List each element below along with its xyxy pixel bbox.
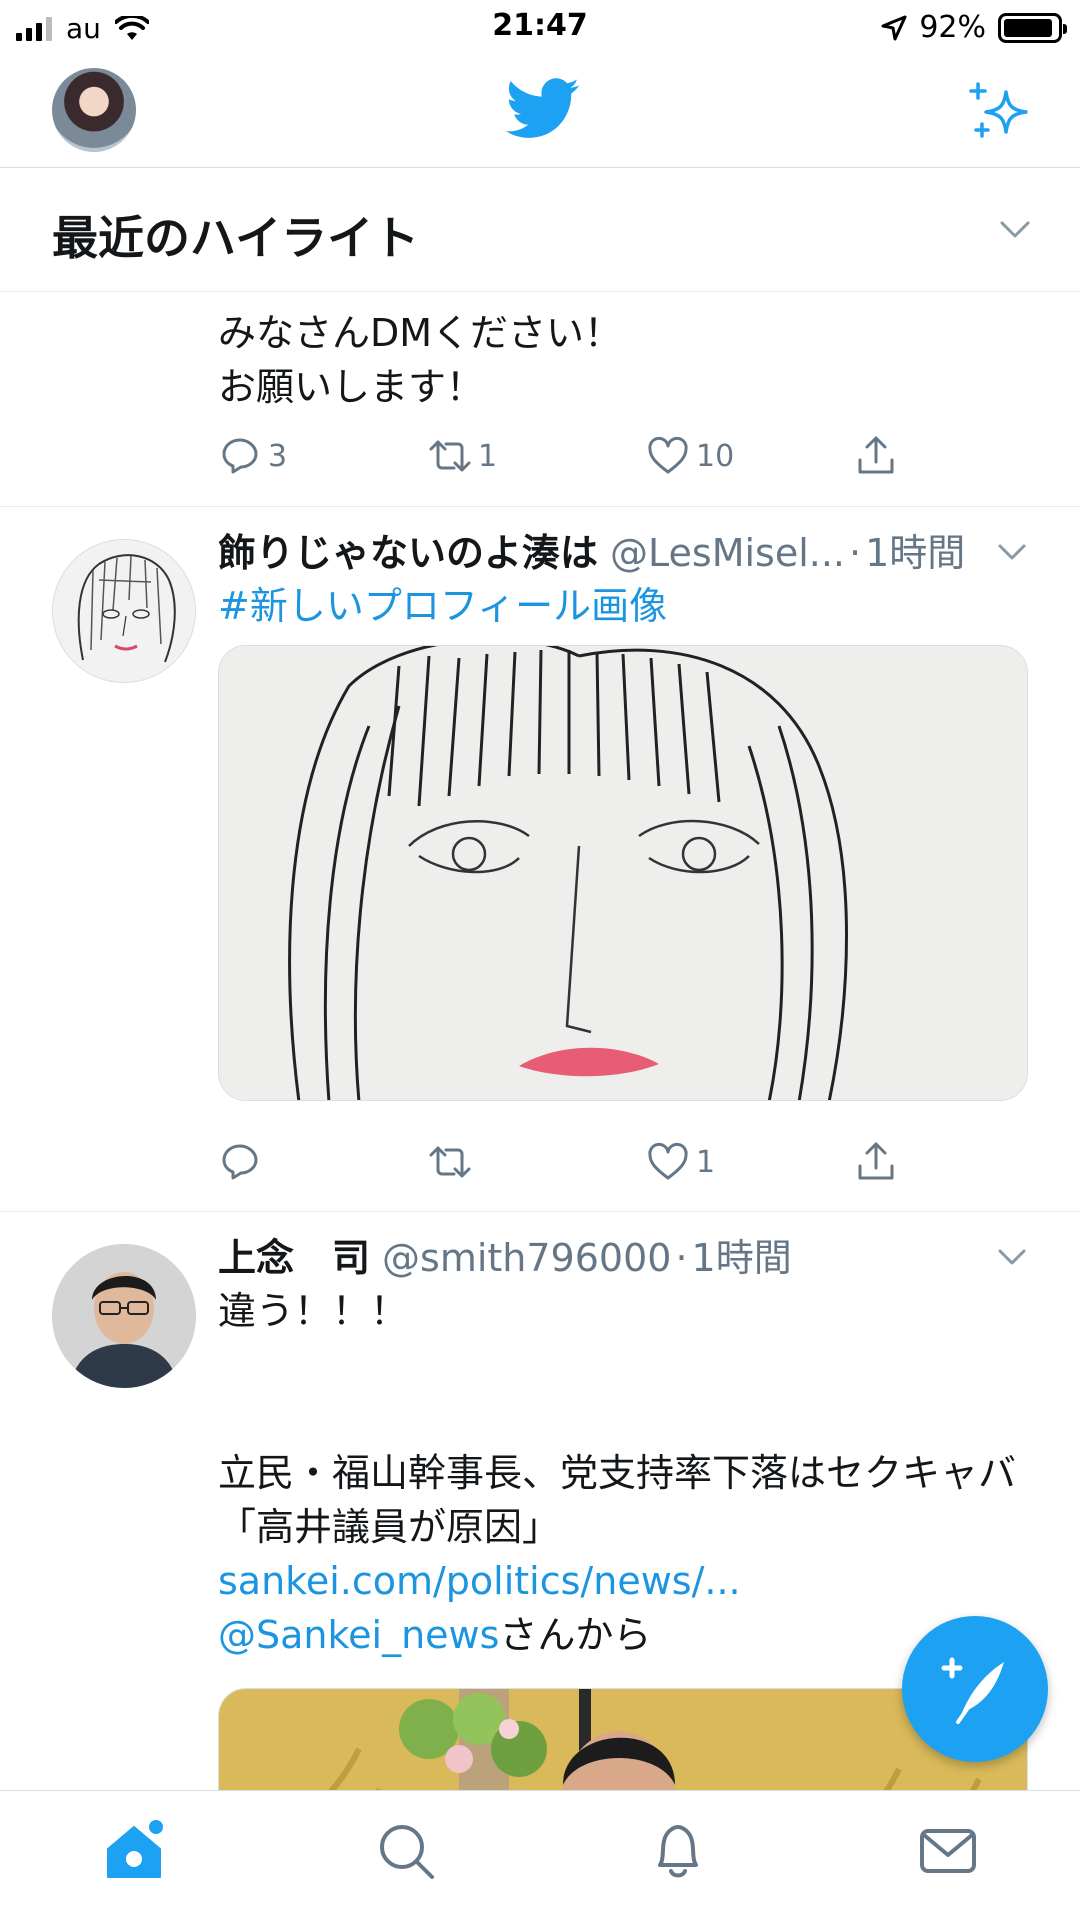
user-avatar[interactable] <box>52 1244 196 1388</box>
tab-search[interactable] <box>374 1819 438 1883</box>
tab-home[interactable] <box>102 1819 166 1883</box>
retweet-button[interactable] <box>428 1140 478 1184</box>
top-nav <box>0 56 1080 168</box>
tab-notifications[interactable] <box>646 1819 710 1883</box>
like-count: 1 <box>696 1144 716 1180</box>
profile-avatar[interactable] <box>52 68 136 152</box>
compose-feather-icon <box>941 1657 1004 1724</box>
tweet-text-line: みなさんDMください！ <box>218 311 623 355</box>
twitter-bird-icon[interactable] <box>505 78 581 140</box>
tweet-author-name[interactable]: 飾りじゃないのよ湊は <box>218 527 598 579</box>
tweet-text-line: お願いします！ <box>218 365 485 409</box>
hashtag-link[interactable]: #新しいプロフィール画像 <box>218 579 1028 633</box>
reply-icon <box>222 438 258 474</box>
heart-icon <box>648 1142 688 1180</box>
tweet[interactable]: みなさんDMください！ お願いします！ 3 1 10 <box>0 292 1080 507</box>
battery-icon <box>998 12 1067 43</box>
like-count: 10 <box>696 438 735 474</box>
tweet-author-name[interactable]: 上念 司 <box>218 1232 370 1284</box>
retweet-icon <box>429 1146 471 1178</box>
tweet-timestamp: 1時間 <box>865 531 966 575</box>
reply-button[interactable]: 3 <box>218 434 287 478</box>
location-arrow-icon <box>881 15 907 40</box>
bell-icon <box>658 1825 698 1878</box>
sketch-portrait-image <box>77 554 176 663</box>
reply-icon <box>222 1144 258 1180</box>
sparkle-icon[interactable] <box>968 78 1032 142</box>
separator-dot: · <box>675 1236 688 1280</box>
share-icon <box>858 436 894 474</box>
status-bar: au 21:47 92% <box>0 0 1080 56</box>
tweet-author-handle[interactable]: @LesMisel... <box>610 527 845 579</box>
highlights-title: 最近のハイライト <box>52 211 420 265</box>
tweet-author-handle[interactable]: @smith796000 <box>382 1232 671 1284</box>
highlights-header[interactable]: 最近のハイライト <box>0 168 1080 292</box>
retweet-button[interactable]: 1 <box>428 434 497 478</box>
tweet-text-line: 違う！！！ <box>218 1289 409 1333</box>
compose-tweet-button[interactable] <box>902 1616 1048 1762</box>
chevron-down-icon[interactable] <box>998 212 1032 246</box>
user-photo-image <box>52 1244 196 1388</box>
mention-link[interactable]: @Sankei_news <box>218 1613 499 1657</box>
tweet-image[interactable] <box>218 645 1028 1101</box>
tweet-text: 立民・福山幹事長、党支持率下落はセクキャバ「高井議員が原因」 <box>218 1451 1017 1549</box>
tweet-timestamp: 1時間 <box>691 1236 792 1280</box>
chevron-down-icon[interactable] <box>996 1240 1028 1272</box>
sketch-portrait-image <box>219 646 1027 1100</box>
separator-dot: · <box>849 531 862 575</box>
timeline-feed[interactable]: みなさんDMください！ お願いします！ 3 1 10 飾りじゃないのよ湊は @L… <box>0 292 1080 1790</box>
bottom-tab-bar <box>0 1790 1080 1920</box>
user-avatar[interactable] <box>52 539 196 683</box>
reply-count: 3 <box>268 438 288 474</box>
search-icon <box>380 1825 434 1879</box>
tweet-body: 立民・福山幹事長、党支持率下落はセクキャバ「高井議員が原因」 sankei.co… <box>218 1392 1028 1662</box>
home-icon <box>107 1820 163 1878</box>
battery-percentage: 92% <box>919 10 986 45</box>
like-button[interactable]: 10 <box>646 434 734 478</box>
share-icon <box>858 1142 894 1180</box>
article-link[interactable]: sankei.com/politics/news/... <box>218 1559 741 1603</box>
mail-icon <box>920 1829 976 1873</box>
tweet[interactable]: 飾りじゃないのよ湊は @LesMisel... · 1時間 #新しいプロフィール… <box>0 507 1080 1212</box>
like-button[interactable]: 1 <box>646 1140 715 1184</box>
tab-messages[interactable] <box>916 1819 980 1883</box>
share-button[interactable] <box>854 434 898 478</box>
heart-icon <box>648 436 688 474</box>
share-button[interactable] <box>854 1140 898 1184</box>
chevron-down-icon[interactable] <box>996 535 1028 567</box>
tweet-text-suffix: さんから <box>499 1613 652 1657</box>
retweet-icon <box>429 440 471 472</box>
reply-button[interactable] <box>218 1140 268 1184</box>
retweet-count: 1 <box>478 438 498 474</box>
